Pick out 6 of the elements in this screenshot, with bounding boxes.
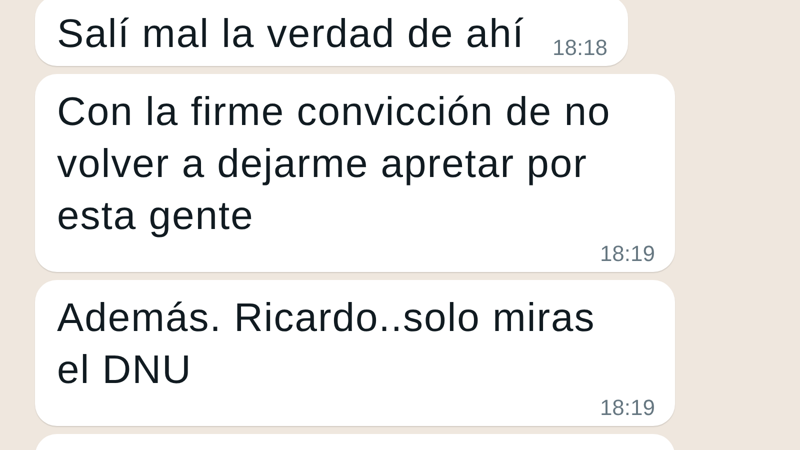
- message-text: Con la firme convicción de no volver a dejarme apretar por esta gente: [57, 89, 612, 240]
- message-time: 18:19: [598, 396, 655, 420]
- message-text: Además. Ricardo..solo miras el DNU: [57, 295, 596, 394]
- message-text: Salí mal la verdad de ahí: [57, 11, 524, 58]
- message-time: 18:18: [551, 36, 608, 60]
- message-time: 18:19: [598, 242, 655, 266]
